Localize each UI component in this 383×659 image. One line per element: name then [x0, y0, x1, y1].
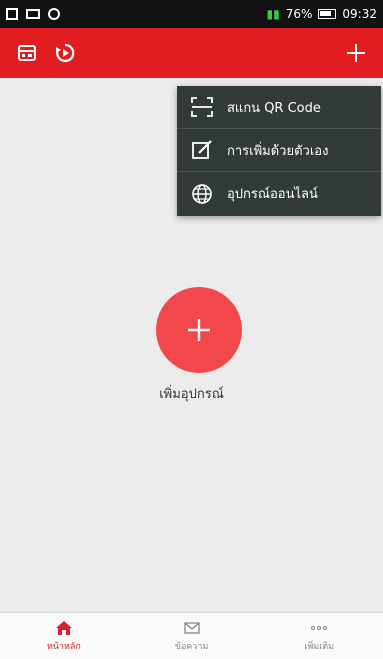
mail-notification-icon	[26, 9, 40, 19]
menu-item-scan-qr[interactable]: สแกน QR Code	[177, 86, 381, 129]
nav-label: ข้อความ	[174, 642, 209, 652]
menu-item-online-device[interactable]: อุปกรณ์ออนไลน์	[177, 172, 381, 215]
status-bar: ▮▮ 76% 09:32	[0, 0, 383, 28]
menu-item-manual-add[interactable]: การเพิ่มด้วยตัวเอง	[177, 129, 381, 172]
status-left	[6, 8, 60, 20]
plus-icon	[188, 319, 210, 341]
bottom-nav: หน้าหลัก ข้อความ เพิ่มเติม	[0, 612, 383, 659]
add-dropdown-menu: สแกน QR Code การเพิ่มด้วยตัวเอง อุปกรณ์อ…	[177, 86, 381, 216]
playback-icon	[56, 43, 75, 63]
plus-icon	[347, 44, 365, 62]
home-icon	[55, 621, 72, 635]
nav-label: เพิ่มเติม	[304, 642, 335, 652]
globe-icon	[189, 183, 215, 205]
menu-item-label: สแกน QR Code	[227, 100, 321, 116]
nav-item-home[interactable]: หน้าหลัก	[0, 613, 128, 659]
playback-button[interactable]	[52, 40, 78, 66]
add-menu-button[interactable]	[343, 40, 369, 66]
nav-item-more[interactable]: เพิ่มเติม	[255, 613, 383, 659]
add-device-label: เพิ่มอุปกรณ์	[159, 387, 224, 402]
status-right: ▮▮ 76% 09:32	[267, 7, 377, 21]
add-device-button[interactable]	[156, 287, 242, 373]
device-list-button[interactable]	[14, 40, 40, 66]
clock: 09:32	[342, 7, 377, 21]
notification-icon	[6, 8, 18, 20]
battery-icon	[318, 9, 337, 19]
nav-item-messages[interactable]: ข้อความ	[128, 613, 256, 659]
sync-icon	[48, 8, 60, 20]
signal-icon: ▮▮	[266, 7, 280, 21]
nav-label: หน้าหลัก	[46, 642, 81, 652]
battery-percent: 76%	[285, 7, 313, 21]
manual-add-icon	[189, 139, 215, 161]
message-icon	[183, 622, 200, 634]
menu-item-label: อุปกรณ์ออนไลน์	[227, 187, 318, 202]
qr-scan-icon	[189, 96, 215, 118]
app-bar	[0, 28, 383, 78]
device-list-icon	[18, 45, 36, 61]
menu-item-label: การเพิ่มด้วยตัวเอง	[227, 143, 329, 159]
more-icon	[311, 626, 328, 630]
